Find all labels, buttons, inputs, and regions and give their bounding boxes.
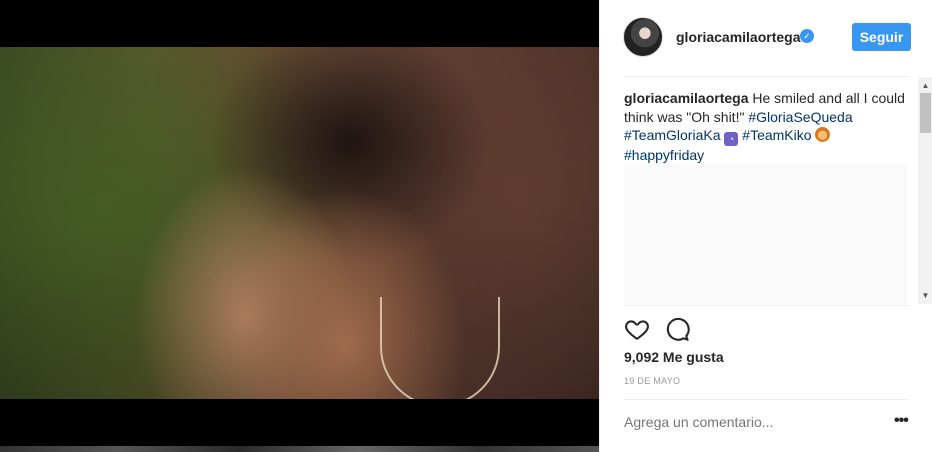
- caption-username[interactable]: gloriacamilaortega: [624, 90, 749, 106]
- post-media-area: [0, 0, 599, 452]
- follow-button[interactable]: Seguir: [852, 23, 911, 51]
- comment-icon[interactable]: [664, 316, 690, 342]
- verified-badge-icon: ✓: [800, 29, 814, 43]
- hashtag-gloriasequeda[interactable]: #GloriaSeQueda: [748, 109, 852, 125]
- comments-placeholder-region: [624, 163, 907, 304]
- comments-scrollbar[interactable]: ▲ ▼: [918, 77, 932, 304]
- comment-input[interactable]: [624, 407, 874, 437]
- background-thumbnails-strip: [0, 446, 599, 452]
- caption: gloriacamilaortega He smiled and all I c…: [624, 89, 909, 165]
- post-date: 19 DE MAYO: [624, 376, 681, 386]
- header-username[interactable]: gloriacamilaortega: [676, 29, 801, 45]
- divider: [624, 305, 909, 306]
- hashtag-teamgloriaka[interactable]: #TeamGloriaKa: [624, 127, 721, 143]
- photo-shade: [0, 47, 599, 399]
- post-side-panel: gloriacamilaortega ✓ Seguir gloriacamila…: [599, 0, 932, 452]
- scrollbar-thumb[interactable]: [920, 93, 931, 133]
- emoji-icon: ◔: [724, 132, 739, 146]
- divider: [624, 399, 909, 400]
- post-header: gloriacamilaortega ✓ Seguir: [600, 0, 932, 76]
- hashtag-teamkiko[interactable]: #TeamKiko: [742, 127, 811, 143]
- heart-icon[interactable]: [624, 316, 650, 342]
- hashtag-happyfriday[interactable]: #happyfriday: [624, 147, 704, 163]
- lion-emoji-icon: [815, 127, 831, 142]
- post-photo[interactable]: [0, 47, 599, 399]
- comments-area[interactable]: gloriacamilaortega He smiled and all I c…: [624, 77, 916, 304]
- likes-count[interactable]: 9,092 Me gusta: [624, 349, 724, 365]
- avatar[interactable]: [623, 17, 663, 57]
- more-options-icon[interactable]: •••: [894, 413, 912, 431]
- photo-necklace-detail: [380, 297, 500, 399]
- scroll-down-arrow-icon[interactable]: ▼: [918, 288, 932, 303]
- scroll-up-arrow-icon[interactable]: ▲: [918, 78, 932, 93]
